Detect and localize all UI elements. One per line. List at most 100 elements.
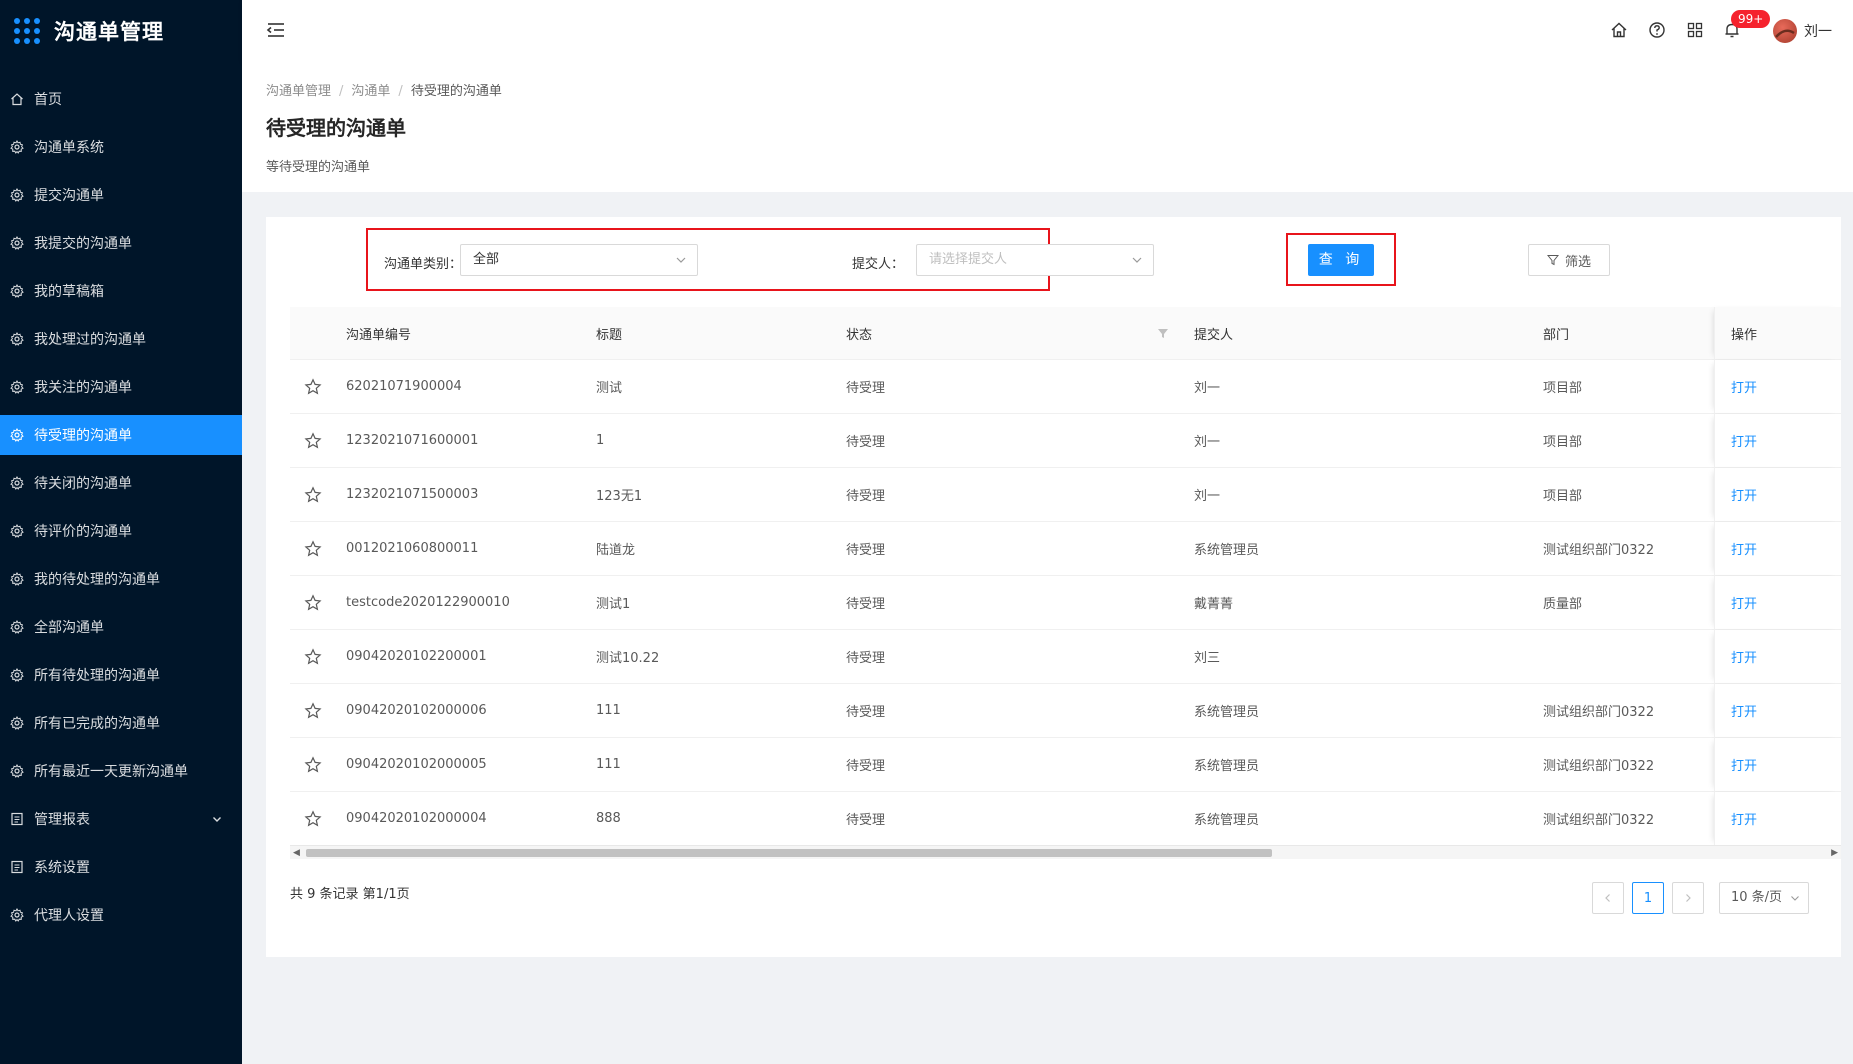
- cell-submitter: 系统管理员: [1194, 759, 1260, 774]
- open-link[interactable]: 打开: [1731, 593, 1757, 612]
- star-icon[interactable]: [304, 792, 322, 845]
- scroll-right-arrow-icon[interactable]: ▶: [1831, 848, 1838, 858]
- avatar[interactable]: [1773, 19, 1797, 43]
- open-link[interactable]: 打开: [1731, 431, 1757, 450]
- user-name[interactable]: 刘一: [1804, 21, 1832, 41]
- cell-status: 待受理: [846, 543, 886, 558]
- table-row[interactable]: 1232021071600001 1 待受理 刘一 项目部 打开: [290, 414, 1841, 468]
- app-logo: 沟通单管理: [0, 0, 242, 62]
- gear-icon: [10, 620, 24, 634]
- star-icon[interactable]: [304, 630, 322, 683]
- sidebar-item-14[interactable]: 所有最近一天更新沟通单: [0, 751, 242, 791]
- cell-code: 1232021071600001: [346, 433, 479, 448]
- cell-title: 测试: [596, 381, 623, 396]
- top-header: 99+ 刘一: [242, 0, 1853, 62]
- next-page-button[interactable]: [1672, 882, 1704, 914]
- sidebar-item-13[interactable]: 所有已完成的沟通单: [0, 703, 242, 743]
- submitter-select[interactable]: 请选择提交人: [916, 244, 1154, 276]
- table-row[interactable]: testcode2020122900010 测试1 待受理 戴菁菁 质量部 打开: [290, 576, 1841, 630]
- cell-actions: 打开: [1714, 414, 1841, 467]
- total-records: 共 9 条记录 第1/1页: [290, 887, 410, 902]
- type-select[interactable]: 全部: [460, 244, 698, 276]
- sidebar-item-label: 全部沟通单: [34, 620, 104, 636]
- scrollbar-thumb[interactable]: [306, 849, 1272, 857]
- horizontal-scrollbar[interactable]: ◀ ▶: [290, 845, 1841, 859]
- star-icon[interactable]: [304, 468, 322, 521]
- table-row[interactable]: 09042020102000005 111 待受理 系统管理员 测试组织部门0322 打开: [290, 738, 1841, 792]
- table-row[interactable]: 0012021060800011 陆道龙 待受理 系统管理员 测试组织部门0322 打开: [290, 522, 1841, 576]
- cell-dept: 项目部: [1543, 435, 1583, 450]
- notification-badge: 99+: [1731, 10, 1771, 28]
- chevron-down-icon: [210, 812, 224, 826]
- apps-grid-icon[interactable]: [1686, 21, 1704, 39]
- sidebar-item-0[interactable]: 首页: [0, 79, 242, 119]
- open-link[interactable]: 打开: [1731, 377, 1757, 396]
- prev-page-button[interactable]: [1592, 882, 1624, 914]
- cell-dept: 项目部: [1543, 489, 1583, 504]
- sidebar-item-2[interactable]: 提交沟通单: [0, 175, 242, 215]
- chevron-right-icon: [1686, 894, 1691, 902]
- sidebar-item-3[interactable]: 我提交的沟通单: [0, 223, 242, 263]
- open-link[interactable]: 打开: [1731, 701, 1757, 720]
- breadcrumb-item[interactable]: 沟通单管理: [266, 84, 331, 99]
- page-header: 沟通单管理 / 沟通单 / 待受理的沟通单 待受理的沟通单 等待受理的沟通单: [242, 62, 1853, 192]
- cell-dept: 测试组织部门0322: [1543, 705, 1655, 720]
- star-icon[interactable]: [304, 522, 322, 575]
- breadcrumb-item[interactable]: 沟通单: [351, 84, 390, 99]
- open-link[interactable]: 打开: [1731, 809, 1757, 828]
- sidebar-item-label: 管理报表: [34, 812, 90, 828]
- table-row[interactable]: 1232021071500003 123无1 待受理 刘一 项目部 打开: [290, 468, 1841, 522]
- star-icon[interactable]: [304, 414, 322, 467]
- table-row[interactable]: 09042020102200001 测试10.22 待受理 刘三 打开: [290, 630, 1841, 684]
- sidebar-item-16[interactable]: 系统设置: [0, 847, 242, 887]
- star-icon[interactable]: [304, 360, 322, 413]
- open-link[interactable]: 打开: [1731, 647, 1757, 666]
- cell-dept: 质量部: [1543, 597, 1583, 612]
- sidebar-item-label: 待关闭的沟通单: [34, 476, 132, 492]
- open-link[interactable]: 打开: [1731, 539, 1757, 558]
- cell-code: testcode2020122900010: [346, 595, 510, 610]
- sidebar-item-17[interactable]: 代理人设置: [0, 895, 242, 935]
- sidebar-item-9[interactable]: 待评价的沟通单: [0, 511, 242, 551]
- sidebar-item-10[interactable]: 我的待处理的沟通单: [0, 559, 242, 599]
- table-row[interactable]: 09042020102000004 888 待受理 系统管理员 测试组织部门0322 打开: [290, 792, 1841, 846]
- help-icon[interactable]: [1648, 21, 1666, 39]
- cell-actions: 打开: [1714, 792, 1841, 845]
- star-icon[interactable]: [304, 684, 322, 737]
- sidebar-item-7[interactable]: 待受理的沟通单: [0, 415, 242, 455]
- home-icon[interactable]: [1610, 21, 1628, 39]
- table-row[interactable]: 09042020102000006 111 待受理 系统管理员 测试组织部门0322 打开: [290, 684, 1841, 738]
- column-filter-icon[interactable]: [1157, 327, 1169, 339]
- sidebar: 沟通单管理 首页沟通单系统提交沟通单我提交的沟通单我的草稿箱我处理过的沟通单 我关…: [0, 0, 242, 1064]
- scroll-left-arrow-icon[interactable]: ◀: [293, 848, 300, 858]
- star-icon[interactable]: [304, 738, 322, 791]
- sidebar-item-5[interactable]: 我处理过的沟通单: [0, 319, 242, 359]
- page-1-button[interactable]: 1: [1632, 882, 1664, 914]
- sidebar-item-11[interactable]: 全部沟通单: [0, 607, 242, 647]
- sidebar-item-label: 我的草稿箱: [34, 284, 104, 300]
- cell-code: 09042020102000005: [346, 757, 487, 772]
- open-link[interactable]: 打开: [1731, 485, 1757, 504]
- sidebar-item-15[interactable]: 管理报表: [0, 799, 242, 839]
- sidebar-item-12[interactable]: 所有待处理的沟通单: [0, 655, 242, 695]
- sidebar-item-4[interactable]: 我的草稿箱: [0, 271, 242, 311]
- home-icon: [10, 92, 24, 106]
- chevron-down-icon: [676, 257, 686, 263]
- cell-code: 09042020102200001: [346, 649, 487, 664]
- page-size-select[interactable]: 10 条/页: [1719, 882, 1809, 914]
- sidebar-item-8[interactable]: 待关闭的沟通单: [0, 463, 242, 503]
- cell-title: 陆道龙: [596, 543, 636, 558]
- filter-button[interactable]: 筛选: [1528, 244, 1610, 276]
- gear-icon: [10, 668, 24, 682]
- gear-icon: [10, 284, 24, 298]
- query-button[interactable]: 查 询: [1308, 244, 1374, 276]
- cell-code: 1232021071500003: [346, 487, 479, 502]
- sidebar-item-1[interactable]: 沟通单系统: [0, 127, 242, 167]
- star-icon[interactable]: [304, 576, 322, 629]
- sidebar-item-6[interactable]: 我关注的沟通单: [0, 367, 242, 407]
- cell-status: 待受理: [846, 435, 886, 450]
- menu-fold-icon[interactable]: [266, 20, 286, 40]
- cell-status: 待受理: [846, 381, 886, 396]
- open-link[interactable]: 打开: [1731, 755, 1757, 774]
- table-row[interactable]: 62021071900004 测试 待受理 刘一 项目部 打开: [290, 360, 1841, 414]
